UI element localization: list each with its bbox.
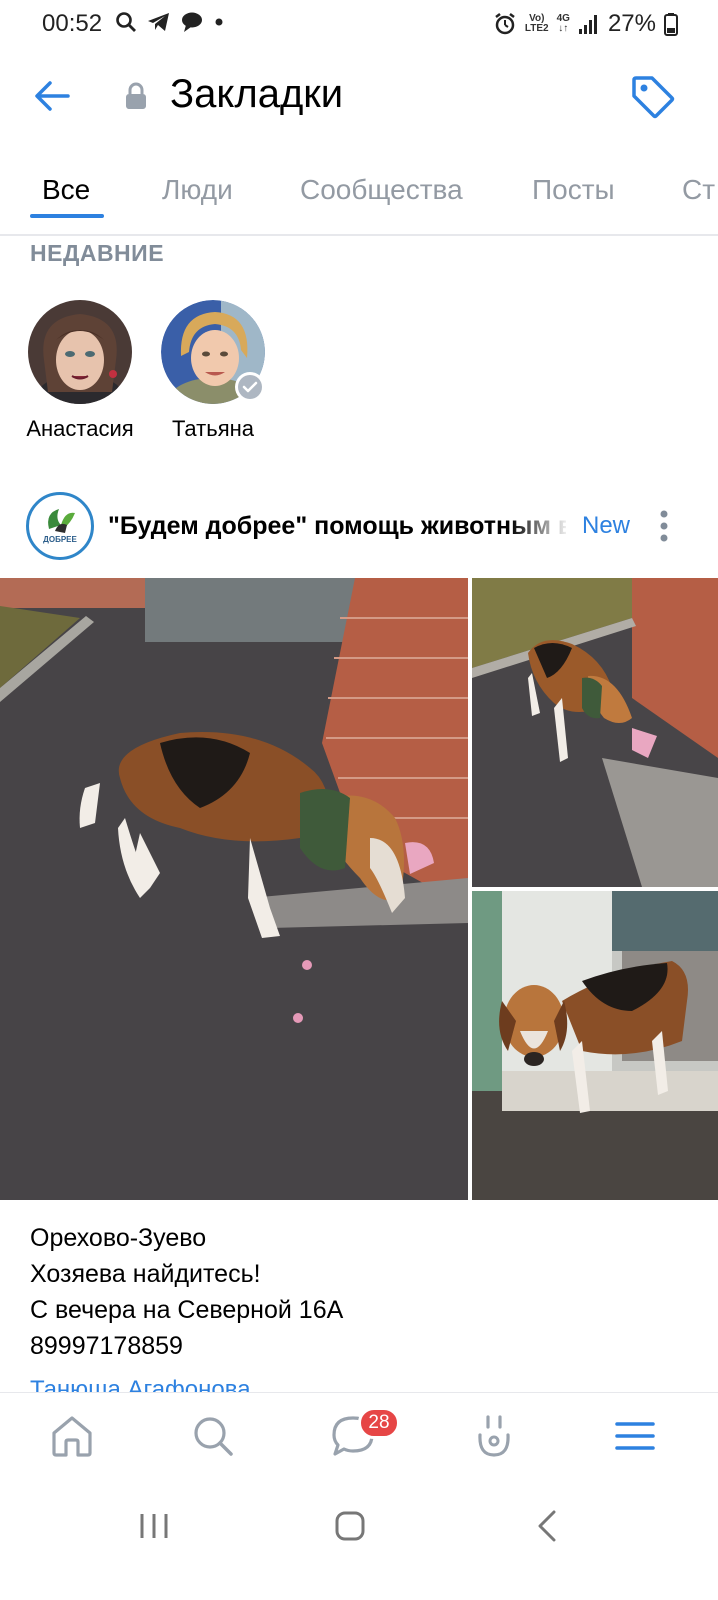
search-icon [194,1417,233,1456]
post-text-line: 89997178859 [30,1332,183,1360]
community-name[interactable]: "Будем добрее" помощь животным в Ор [108,512,566,541]
status-right: Vo) LTE2 4G ↓↑ 27% [493,10,678,38]
tags-button[interactable] [628,72,678,122]
tab-communities[interactable]: Сообщества [300,174,463,206]
status-bar: 00:52 Vo) LTE2 4G ↓↑ 27% [0,0,718,50]
more-vertical-icon [660,510,668,542]
bottom-navigation: 28 [0,1392,718,1482]
avatar [161,300,265,404]
page-title: Закладки [170,72,344,116]
contact-name: Анастасия [26,416,134,441]
community-logo-icon: ДОБРЕЕ [43,509,78,544]
tab-posts[interactable]: Посты [532,174,615,206]
app-header: Закладки [0,60,718,130]
arrow-left-icon [35,81,70,111]
more-options-button[interactable] [652,506,676,546]
avatar [28,300,132,404]
telegram-notification-icon [148,13,169,31]
post-text-line: Хозяева найдитесь! [30,1260,261,1288]
nav-clips[interactable] [469,1411,519,1461]
system-navigation-bar [0,1482,718,1600]
tab-bar: Все Люди Сообщества Посты Ст [0,160,718,236]
tag-icon [632,76,675,119]
dog-photo [0,578,468,1200]
post-photo-main[interactable] [0,578,468,1200]
post-photo-3[interactable] [472,891,718,1200]
battery-percent: 27% [607,10,656,37]
nav-menu[interactable] [610,1411,660,1461]
post-header: ДОБРЕЕ "Будем добрее" помощь животным в … [0,490,718,566]
status-notification-icons [114,10,226,34]
clips-icon [478,1415,510,1457]
search-notification-icon [116,12,136,32]
unread-badge: 28 [358,1407,400,1439]
alarm-icon [495,13,515,35]
chevron-left-icon [538,1510,556,1542]
home-system-button[interactable] [330,1506,370,1546]
active-tab-indicator [30,214,104,218]
dog-photo [472,891,718,1200]
recent-contact[interactable]: Татьяна [143,300,283,442]
post-text-line: С вечера на Северной 16А [30,1296,344,1324]
network-gen-indicator: 4G ↓↑ [556,13,570,34]
battery-icon [664,13,678,36]
home-system-icon [335,1511,365,1541]
section-label-recent: НЕДАВНИЕ [30,240,165,266]
back-system-button[interactable] [528,1506,568,1546]
new-button[interactable]: New [582,512,630,540]
recent-contact[interactable]: Анастасия [10,300,150,442]
community-avatar[interactable]: ДОБРЕЕ [26,492,94,560]
tab-people[interactable]: Люди [162,174,233,206]
post-text: Орехово-Зуево Хозяева найдитесь! С вечер… [30,1220,343,1364]
dog-photo [472,578,718,887]
volte-indicator: Vo) LTE2 [524,13,549,34]
lock-icon [126,82,146,109]
recent-apps-button[interactable] [134,1506,174,1546]
home-icon [52,1416,92,1457]
signal-icon [578,15,597,34]
back-button[interactable] [30,74,74,118]
svg-text:ДОБРЕЕ: ДОБРЕЕ [43,535,77,544]
text-fade [510,504,570,548]
tab-all[interactable]: Все [42,174,90,206]
post-photo-2[interactable] [472,578,718,887]
tab-articles[interactable]: Ст [682,174,715,206]
nav-search[interactable] [188,1411,238,1461]
menu-icon [615,1422,655,1450]
nav-home[interactable] [47,1411,97,1461]
avatar-photo [28,300,132,404]
dot-icon [215,18,223,26]
post-text-line: Орехово-Зуево [30,1224,207,1252]
contact-name: Татьяна [171,416,255,441]
chat-notification-icon [182,12,202,32]
recent-apps-icon [140,1514,168,1538]
verified-icon [235,372,265,402]
status-time: 00:52 [42,10,103,37]
